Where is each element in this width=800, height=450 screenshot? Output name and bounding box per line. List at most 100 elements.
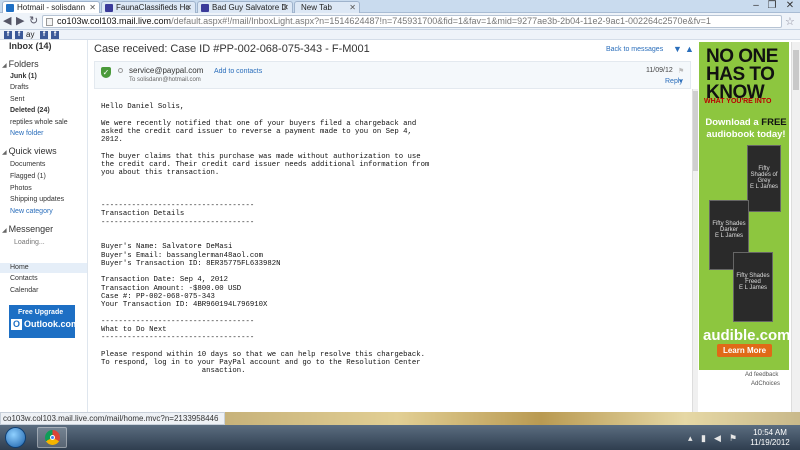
messenger-title: Messenger (8, 224, 54, 234)
sender-address[interactable]: service@paypal.com (129, 66, 203, 75)
sidebar-item-documents[interactable]: Documents (10, 161, 45, 168)
previous-message-icon[interactable]: ▲ (685, 44, 694, 54)
ad-tagline: WHAT YOU'RE INTO (704, 98, 772, 105)
back-icon[interactable]: ◀ (3, 15, 11, 28)
tab-hotmail[interactable]: Hotmail - solisdann ✕ (2, 1, 100, 13)
clock-time: 10:54 AM (753, 428, 787, 437)
message-scrollbar[interactable] (692, 89, 698, 412)
bookmark-facebook-icon[interactable]: f (4, 31, 12, 39)
network-icon[interactable]: ▮ (701, 433, 706, 444)
forward-icon[interactable]: ▶ (16, 15, 24, 28)
tab-bad-guy[interactable]: Bad Guy Salvatore D ✕ (197, 1, 293, 13)
sidebar-item-drafts[interactable]: Drafts (10, 84, 29, 91)
start-button-icon[interactable] (5, 427, 26, 448)
tab-faunaclassifieds[interactable]: FaunaClassifieds Ho ✕ (101, 1, 196, 13)
speaker-icon[interactable]: ◀ (714, 433, 721, 444)
learn-more-button[interactable]: Learn More (717, 344, 772, 357)
adchoices-link[interactable]: AdChoices (751, 381, 780, 387)
sidebar-item-deleted[interactable]: Deleted (24) (10, 107, 50, 114)
scrollbar-thumb[interactable] (693, 91, 698, 171)
tab-label: Bad Guy Salvatore D (212, 3, 288, 12)
sidebar-item-contacts[interactable]: Contacts (10, 275, 38, 282)
reload-icon[interactable]: ↻ (29, 15, 38, 28)
outlook-upgrade-banner[interactable]: Free Upgrade O Outlook.com (9, 305, 79, 338)
ad-offer-free: FREE (761, 117, 787, 128)
bookmark-label[interactable]: ay (26, 30, 34, 40)
site-favicon-icon (201, 4, 209, 12)
body-line: the credit card. Their credit card issue… (101, 160, 430, 169)
bookmark-facebook-icon[interactable]: f (40, 31, 48, 39)
message-date: 11/09/12 (646, 67, 673, 74)
collapse-triangle-icon: ◢ (2, 63, 7, 69)
message-subject: Case received: Case ID #PP-002-068-075-3… (94, 43, 370, 55)
tab-strip: Hotmail - solisdann ✕ FaunaClassifieds H… (0, 0, 800, 13)
bookmark-star-icon[interactable]: ☆ (785, 15, 795, 28)
sidebar-item-sent[interactable]: Sent (10, 96, 24, 103)
close-tab-icon[interactable]: ✕ (349, 2, 356, 13)
audible-logo: audible.com (703, 327, 789, 344)
sidebar-item-inbox[interactable]: Inbox (14) (9, 41, 52, 51)
new-category-link[interactable]: New category (10, 208, 53, 215)
sidebar-item-reptiles[interactable]: reptiles whole sale (10, 119, 68, 126)
audible-ad[interactable]: NO ONE HAS TO KNOW WHAT YOU'RE INTO Down… (699, 42, 789, 370)
close-tab-icon[interactable]: ✕ (185, 2, 192, 13)
address-bar-row: ◀ ▶ ↻ co103w.col103.mail.live.com/defaul… (0, 13, 800, 30)
action-center-flag-icon[interactable]: ⚑ (729, 433, 737, 444)
close-window-icon[interactable]: ✕ (782, 0, 798, 12)
restore-icon[interactable]: ❐ (764, 0, 780, 12)
scrollbar-thumb[interactable] (793, 50, 799, 90)
sidebar-item-home[interactable]: Home (0, 263, 87, 273)
body-line: Case #: PP-002-068-075-343 (101, 292, 215, 301)
close-tab-icon[interactable]: ✕ (282, 2, 289, 13)
url-input[interactable]: co103w.col103.mail.live.com/default.aspx… (42, 15, 782, 28)
hotmail-favicon-icon (6, 4, 14, 12)
bookmarks-bar: f f ay f f (0, 30, 800, 40)
messenger-status: Loading... (14, 239, 45, 246)
reply-dropdown-icon[interactable]: ▾ (679, 77, 683, 85)
sidebar-item-photos[interactable]: Photos (10, 185, 32, 192)
recipient-line: To solisdann@hotmail.com (129, 77, 201, 83)
mail-sidebar: Inbox (14) ◢ Folders Junk (1) Drafts Sent… (0, 40, 88, 412)
url-host: co103w.col103.mail.live.com (57, 16, 172, 26)
body-line: To respond, log in to your PayPal accoun… (101, 358, 421, 367)
close-tab-icon[interactable]: ✕ (89, 2, 96, 13)
back-to-messages-link[interactable]: Back to messages (606, 46, 663, 53)
add-to-contacts-link[interactable]: Add to contacts (214, 68, 262, 75)
quick-views-heading[interactable]: ◢ Quick views (2, 146, 57, 156)
body-line: asked the credit card issuer to reverse … (101, 127, 412, 136)
page-scrollbar[interactable] (791, 42, 800, 412)
sidebar-item-junk[interactable]: Junk (1) (10, 73, 37, 80)
bookmark-facebook-icon[interactable]: f (51, 31, 59, 39)
minimize-icon[interactable]: – (748, 0, 764, 12)
sidebar-item-shipping[interactable]: Shipping updates (10, 196, 64, 203)
body-line: ----------------------------------- (101, 317, 255, 326)
tab-label: FaunaClassifieds Ho (116, 3, 190, 12)
tab-new-tab[interactable]: New Tab ✕ (294, 1, 360, 13)
site-favicon-icon (105, 4, 113, 12)
bookmark-facebook-icon[interactable]: f (15, 31, 23, 39)
sidebar-item-calendar[interactable]: Calendar (10, 287, 38, 294)
ad-feedback-link[interactable]: Ad feedback (745, 372, 778, 378)
upgrade-line1: Free Upgrade (18, 309, 64, 316)
messenger-heading[interactable]: ◢ Messenger (2, 224, 53, 234)
body-line: We were recently notified that one of yo… (101, 119, 417, 128)
taskbar-clock[interactable]: 10:54 AM 11/19/2012 (745, 428, 795, 448)
body-line: Buyer's Email: bassanglerman48aol.com (101, 251, 264, 260)
flag-icon[interactable]: ⚑ (678, 67, 684, 75)
body-line: ----------------------------------- (101, 218, 255, 227)
body-line (101, 144, 601, 152)
folders-heading[interactable]: ◢ Folders (2, 59, 39, 69)
sidebar-item-flagged[interactable]: Flagged (1) (10, 173, 46, 180)
tray-arrow-icon[interactable]: ▴ (688, 433, 693, 444)
next-message-icon[interactable]: ▼ (673, 44, 682, 54)
url-path: /default.aspx#!/mail/InboxLight.aspx?n=1… (171, 16, 711, 26)
book-title: Fifty Shades Freed (736, 273, 770, 285)
body-line (101, 194, 601, 202)
book-author: E L James (749, 184, 779, 190)
book-cover: Fifty Shades Freed E L James (733, 252, 773, 322)
chrome-taskbar-button[interactable] (37, 427, 67, 448)
body-line: Buyer's Transaction ID: 8ER35775FL633982… (101, 259, 281, 268)
page-icon (46, 18, 53, 26)
new-folder-link[interactable]: New folder (10, 130, 43, 137)
upgrade-line2: Outlook.com (24, 319, 80, 329)
